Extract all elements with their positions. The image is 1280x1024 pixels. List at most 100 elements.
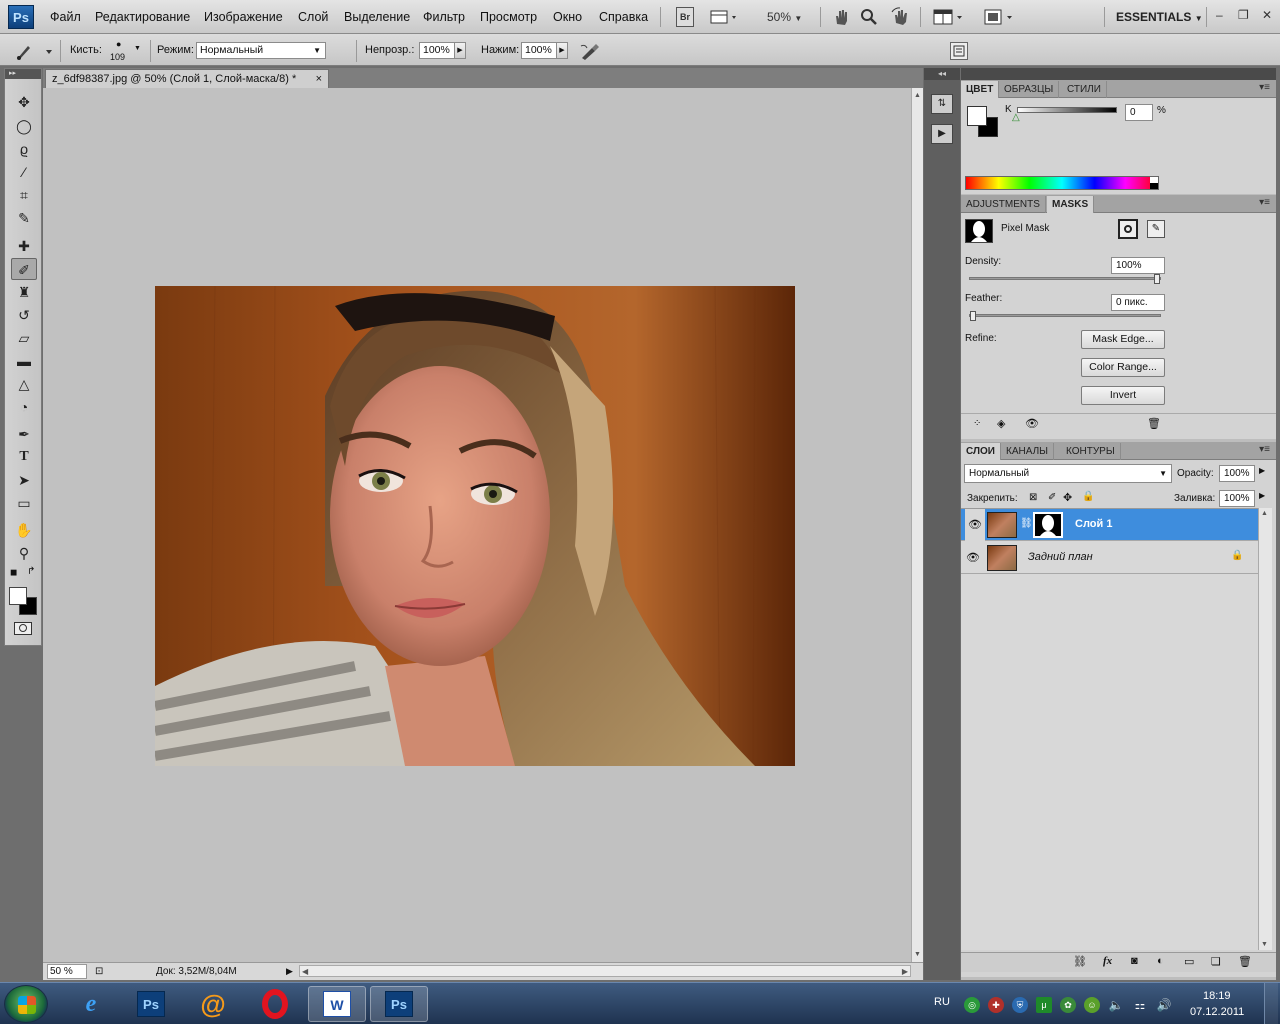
actions-panel-button[interactable]: ▶ [931,124,953,144]
restore-icon[interactable]: ❐ [1238,8,1249,22]
panel-toggle-button[interactable] [950,42,968,60]
minimize-icon[interactable]: – [1216,8,1223,22]
zoom-tool-button[interactable] [860,7,878,27]
swap-colors-icon[interactable]: ↱ [27,566,35,577]
density-slider[interactable] [969,274,1161,284]
document-tab[interactable]: z_6df98387.jpg @ 50% (Слой 1, Слой-маска… [45,69,329,88]
ramp-black-swatch[interactable] [1150,183,1158,189]
gradient-tool[interactable]: ▬ [11,350,37,372]
history-brush-tool[interactable]: ↺ [11,304,37,326]
vector-mask-button[interactable]: ✎ [1147,220,1165,238]
tab-channels[interactable]: КАНАЛЫ [1001,443,1055,460]
magic-wand-tool[interactable]: ⁄ [11,161,37,183]
eyedropper-tool[interactable]: ✎ [11,207,37,229]
network-icon[interactable]: ⚏ [1132,997,1148,1013]
feather-slider[interactable] [969,311,1161,321]
panel-menu-icon[interactable]: ▾≡ [1259,197,1270,208]
zoom-level-dropdown[interactable]: 50% ▼ [767,7,802,27]
screen-mode-button[interactable] [983,7,1017,27]
status-menu-arrow-icon[interactable]: ▶ [286,963,293,980]
crop-tool[interactable]: ⌗ [11,184,37,206]
bridge-button[interactable]: Br [676,7,694,27]
move-tool[interactable]: ✥ [11,91,37,113]
disable-mask-icon[interactable]: 👁 [1025,417,1039,430]
airbrush-button[interactable] [578,40,602,62]
dock-collapse-handle[interactable]: ◂◂ [924,68,960,80]
canvas-area[interactable] [43,88,911,962]
layer-style-icon[interactable]: fx [1103,955,1112,967]
clock-time[interactable]: 18:19 [1203,990,1231,1002]
default-colors-icon[interactable]: ◼ [10,567,17,578]
opacity-slider-toggle[interactable]: ▶ [454,42,466,59]
path-selection-tool[interactable]: ➤ [11,469,37,491]
color-ramp[interactable] [965,176,1159,190]
vertical-scrollbar[interactable]: ▲ ▼ [911,88,923,962]
chain-link-icon[interactable]: ⛓ [1020,518,1033,529]
taskbar-photoshop-running[interactable]: Ps [370,986,428,1022]
layer-opacity-input[interactable]: 100% [1219,465,1255,482]
menu-file[interactable]: Файл [50,10,81,24]
brush-picker[interactable]: ● 109 ▼ [108,39,144,63]
healing-brush-tool[interactable]: ✚ [11,235,37,257]
opacity-input[interactable]: 100% [419,42,455,59]
menu-help[interactable]: Справка [599,10,648,24]
tray-icq-icon[interactable]: ✿ [1060,997,1076,1013]
color-range-button[interactable]: Color Range... [1081,358,1165,377]
language-indicator[interactable]: RU [934,996,950,1008]
quick-mask-button[interactable] [14,622,32,635]
layer-name[interactable]: Задний план [1028,551,1093,563]
scroll-left-icon[interactable]: ◀ [302,963,308,980]
blend-mode-dropdown[interactable]: Нормальный ▼ [964,464,1172,483]
close-icon[interactable]: × [316,70,322,88]
new-layer-icon[interactable]: ❏ [1211,955,1221,968]
invert-button[interactable]: Invert [1081,386,1165,405]
add-mask-icon[interactable]: ◙ [1131,955,1138,967]
layer-name[interactable]: Слой 1 [1075,518,1112,530]
pen-tool[interactable]: ✒ [11,423,37,445]
fill-input[interactable]: 100% [1219,490,1255,507]
menu-edit[interactable]: Редактирование [95,10,190,24]
feather-input[interactable]: 0 пикс. [1111,294,1165,311]
arrange-documents-button[interactable] [933,7,967,27]
layer-mask-thumbnail[interactable] [1033,512,1063,538]
feather-slider-thumb[interactable] [970,311,976,321]
delete-layer-icon[interactable]: 🗑 [1238,955,1252,968]
delete-mask-icon[interactable]: 🗑 [1147,417,1161,430]
new-group-icon[interactable]: ▭ [1184,955,1194,968]
type-tool[interactable]: T [11,446,37,468]
lock-pixels-icon[interactable]: ✐ [1048,492,1056,503]
tab-swatches[interactable]: ОБРАЗЦЫ [999,81,1060,98]
dodge-tool[interactable]: ◔ [11,396,37,418]
volume-icon[interactable]: 🔈 [1108,997,1124,1013]
panel-menu-icon[interactable]: ▾≡ [1259,82,1270,93]
slider-thumb-icon[interactable]: △ [1012,112,1020,123]
panel-menu-icon[interactable]: ▾≡ [1259,444,1270,455]
clock-date[interactable]: 07.12.2011 [1190,1006,1244,1018]
status-info-icon[interactable]: ⊡ [95,963,103,980]
flow-slider-toggle[interactable]: ▶ [556,42,568,59]
foreground-color-swatch[interactable] [9,587,27,605]
taskbar-ie[interactable]: e [62,986,120,1022]
scroll-right-icon[interactable]: ▶ [902,963,908,980]
photoshop-logo[interactable]: Ps [8,5,34,29]
tab-layers[interactable]: СЛОИ [961,443,1001,460]
load-selection-icon[interactable]: ⁘ [973,418,981,429]
hand-tool[interactable]: ✋ [11,519,37,541]
menu-window[interactable]: Окно [553,10,582,24]
shape-tool[interactable]: ▭ [11,492,37,514]
tool-preset-picker[interactable] [10,40,56,62]
apply-mask-icon[interactable]: ◈ [997,417,1005,430]
tray-torrent-icon[interactable]: μ [1036,997,1052,1013]
channel-value-input[interactable]: 0 [1125,104,1153,121]
tab-adjustments[interactable]: ADJUSTMENTS [961,196,1046,213]
adjustment-layer-icon[interactable]: ◐ [1157,955,1164,967]
workspace-switcher[interactable]: ESSENTIALS ▼ [1116,10,1203,24]
marquee-tool[interactable]: ◯ [11,115,37,137]
taskbar-opera[interactable] [246,986,304,1022]
tab-color[interactable]: ЦВЕТ [961,81,1000,98]
status-zoom-field[interactable]: 50 % [47,964,87,979]
tray-app-icon[interactable]: ☺ [1084,997,1100,1013]
layer-row[interactable]: 👁 ⛓ Слой 1 [961,509,1258,541]
layers-scrollbar[interactable]: ▲ ▼ [1258,508,1272,950]
eye-icon[interactable]: 👁 [965,509,985,541]
